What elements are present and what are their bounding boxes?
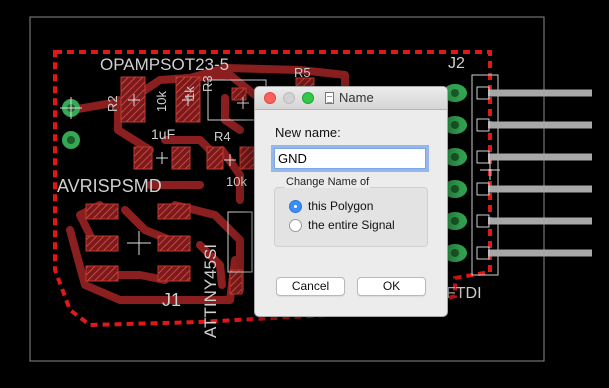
label-r4: R4 <box>214 129 231 144</box>
label-j2: J2 <box>448 55 465 72</box>
minimize-window-button[interactable] <box>283 92 295 104</box>
option-this-polygon[interactable]: this Polygon <box>289 199 373 213</box>
header-j2 <box>443 74 592 276</box>
change-name-group <box>274 187 428 247</box>
change-name-group-label: Change Name of <box>285 176 371 188</box>
name-dialog: Name New name: Change Name of this Polyg… <box>254 86 448 317</box>
label-ftdi: FTDI <box>446 285 482 302</box>
radio-this-polygon[interactable] <box>289 199 302 213</box>
label-opamp: OPAMPSOT23-5 <box>100 55 229 74</box>
option-entire-signal[interactable]: the entire Signal <box>289 218 395 232</box>
dialog-titlebar[interactable]: Name <box>255 87 447 110</box>
left-vias <box>60 97 82 149</box>
radio-entire-signal[interactable] <box>289 218 302 232</box>
label-r4-value: 10k <box>226 174 247 189</box>
label-avrisp: AVRISPSMD <box>57 176 162 196</box>
label-r3-value: 1k <box>182 86 197 100</box>
new-name-label: New name: <box>275 125 341 140</box>
label-attiny: ATTINY45SI <box>201 244 220 338</box>
option-this-polygon-label: this Polygon <box>308 199 374 213</box>
new-name-input[interactable] <box>274 148 426 169</box>
label-j1: J1 <box>162 290 181 310</box>
label-cap-value: 1uF <box>151 126 175 142</box>
label-r2-value: 10k <box>154 91 169 112</box>
label-r2: R2 <box>105 95 120 112</box>
label-r5: R5 <box>294 65 311 80</box>
ok-button[interactable]: OK <box>357 277 426 296</box>
cancel-button[interactable]: Cancel <box>276 277 345 296</box>
close-window-button[interactable] <box>264 92 276 104</box>
dialog-title: Name <box>339 90 374 105</box>
document-icon <box>325 91 334 104</box>
option-entire-signal-label: the entire Signal <box>308 218 395 232</box>
zoom-window-button[interactable] <box>302 92 314 104</box>
label-r3: R3 <box>200 75 215 92</box>
